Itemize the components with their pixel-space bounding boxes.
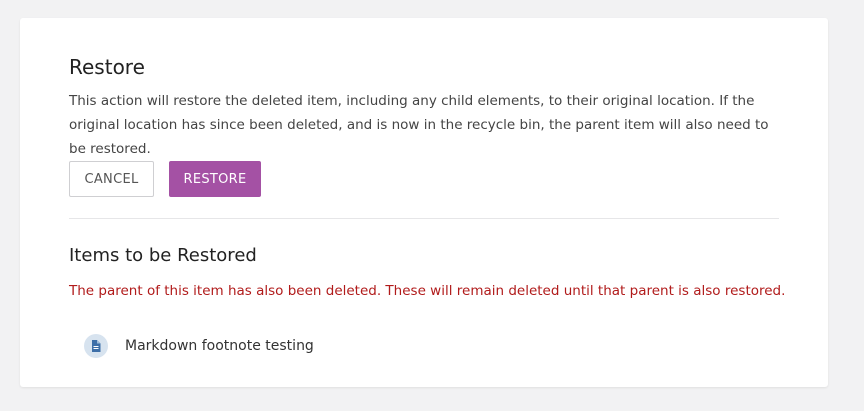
dialog-description: This action will restore the deleted ite…	[69, 93, 769, 157]
parent-deleted-warning: The parent of this item has also been de…	[69, 283, 786, 299]
items-section-title: Items to be Restored	[69, 245, 257, 266]
dialog-title: Restore	[69, 55, 145, 79]
item-label: Markdown footnote testing	[125, 338, 314, 354]
cancel-button[interactable]: CANCEL	[69, 161, 154, 197]
section-divider	[69, 218, 779, 219]
document-icon	[84, 334, 108, 358]
restore-dialog: Restore This action will restore the del…	[20, 18, 828, 387]
restore-button[interactable]: RESTORE	[169, 161, 261, 197]
list-item: Markdown footnote testing	[84, 333, 314, 359]
